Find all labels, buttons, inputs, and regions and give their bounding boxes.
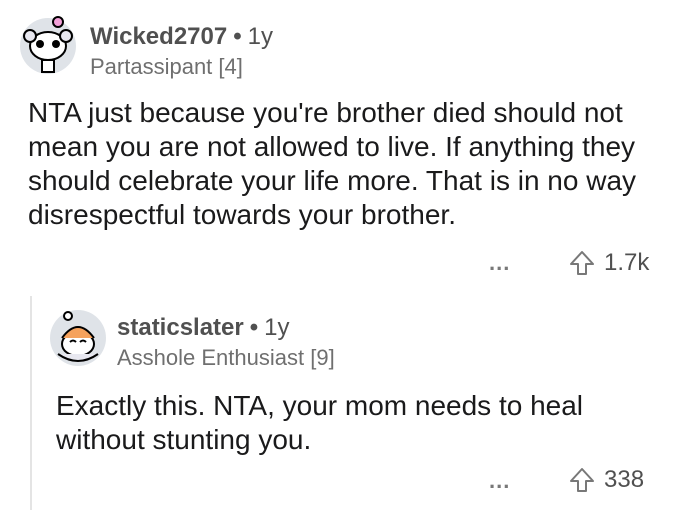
comment-age: 1y	[247, 23, 273, 50]
separator-dot: •	[233, 23, 242, 50]
upvote-arrow-icon[interactable]	[568, 466, 596, 494]
reply-avatar[interactable]	[48, 308, 108, 368]
comment-avatar[interactable]	[18, 14, 78, 76]
reply-vote[interactable]: 338	[568, 466, 644, 494]
reply-more-button[interactable]: ...	[489, 468, 510, 494]
reply-age: 1y	[264, 314, 290, 341]
reply-author[interactable]: staticslater • 1y	[117, 314, 290, 342]
thread-line	[30, 296, 32, 510]
snoo-avatar-icon	[50, 310, 106, 366]
reply-flair: Asshole Enthusiast [9]	[117, 345, 335, 370]
upvote-arrow-icon[interactable]	[568, 249, 596, 277]
comment-flair: Partassipant [4]	[90, 54, 243, 79]
separator-dot: •	[249, 314, 259, 341]
comment-body: NTA just because you're brother died sho…	[28, 97, 637, 230]
reply-body: Exactly this. NTA, your mom needs to hea…	[56, 390, 584, 455]
reply-username[interactable]: staticslater	[117, 314, 244, 341]
comment-more-button[interactable]: ...	[489, 250, 510, 276]
comment-score: 1.7k	[604, 249, 650, 276]
comment-vote[interactable]: 1.7k	[568, 249, 649, 277]
comment-author[interactable]: Wicked2707 • 1y	[90, 23, 273, 51]
reply-score: 338	[604, 466, 645, 493]
comment-username[interactable]: Wicked2707	[90, 23, 227, 50]
snoo-avatar-icon	[20, 16, 76, 74]
